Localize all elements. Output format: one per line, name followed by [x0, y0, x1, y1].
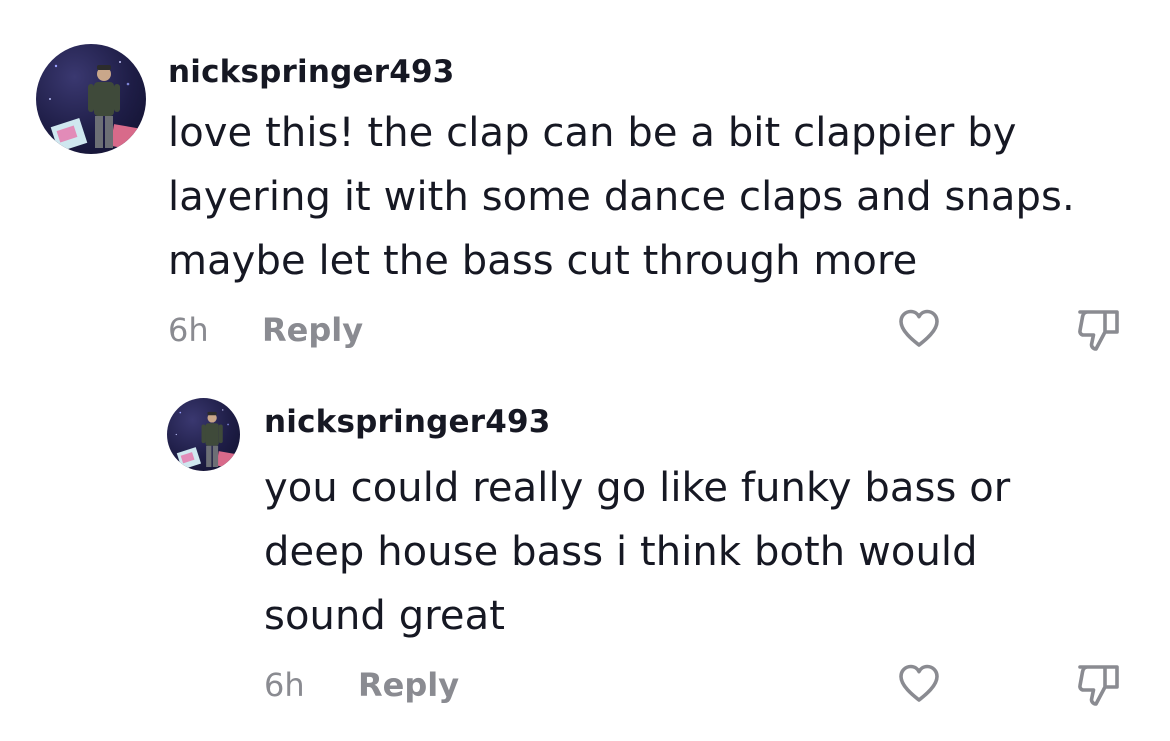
- dislike-button[interactable]: [1073, 303, 1125, 355]
- like-button[interactable]: [893, 303, 945, 355]
- comment-username[interactable]: nickspringer493: [168, 54, 455, 90]
- comment-username[interactable]: nickspringer493: [264, 404, 551, 440]
- thumbs-down-icon: [1078, 310, 1119, 351]
- avatar-image: [175, 409, 235, 470]
- heart-icon: [899, 664, 939, 702]
- avatar[interactable]: [36, 44, 146, 154]
- dislike-button[interactable]: [1073, 658, 1125, 710]
- avatar[interactable]: [167, 398, 240, 471]
- comment-text: love this! the clap can be a bit clappie…: [168, 110, 1075, 284]
- heart-icon: [899, 309, 939, 347]
- thumbs-down-icon: [1078, 665, 1119, 706]
- reply-button[interactable]: Reply: [358, 666, 459, 704]
- comment-timestamp: 6h: [264, 666, 305, 704]
- avatar-image: [49, 61, 138, 152]
- like-button[interactable]: [893, 658, 945, 710]
- comment-timestamp: 6h: [168, 311, 209, 349]
- comment-item: nickspringer493 love this! the clap can …: [0, 0, 1170, 380]
- comment-text: you could really go like funky bass or d…: [264, 465, 1011, 639]
- reply-button[interactable]: Reply: [262, 311, 363, 349]
- reply-comment-item: nickspringer493 you could really go like…: [0, 380, 1170, 741]
